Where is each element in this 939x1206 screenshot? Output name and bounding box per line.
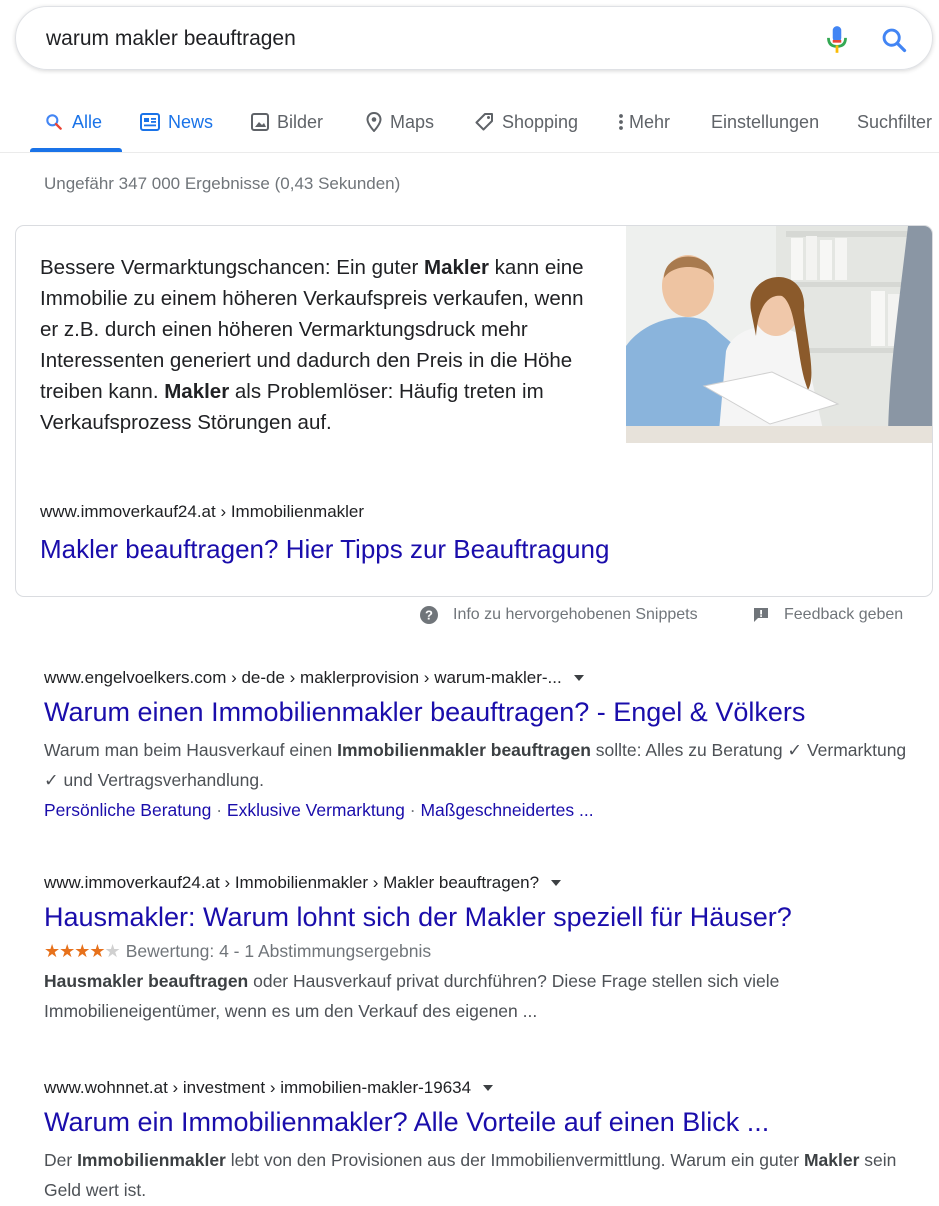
- search-tabs: Alle News Bilder Maps Shopping Mehr Eins…: [0, 96, 939, 153]
- result-snippet: Warum man beim Hausverkauf einen Immobil…: [44, 735, 924, 795]
- snippet-emphasis: Makler: [803, 1150, 860, 1170]
- result-url: www.immoverkauf24.at › Immobilienmakler: [40, 502, 365, 521]
- featured-snippet-text: Bessere Vermarktungschancen: Ein guter M…: [40, 252, 600, 438]
- sitelink[interactable]: Maßgeschneidertes ...: [420, 800, 593, 820]
- tag-icon: [475, 113, 493, 131]
- result-stats: Ungefähr 347 000 Ergebnisse (0,43 Sekund…: [44, 174, 401, 193]
- chevron-down-icon[interactable]: [573, 675, 584, 681]
- snippet-emphasis: Makler: [424, 256, 489, 279]
- chevron-down-icon[interactable]: [483, 1085, 494, 1091]
- featured-snippet: Bessere Vermarktungschancen: Ein guter M…: [15, 225, 933, 597]
- result-url: www.wohnnet.at › investment › immobilien…: [44, 1078, 924, 1098]
- snippet-emphasis: Hausmakler beauftragen: [44, 971, 249, 991]
- feedback-label: Feedback geben: [784, 606, 904, 623]
- snippet-emphasis: Immobilienmakler beauftragen: [337, 740, 591, 760]
- rating: ★★★★★ Bewertung: 4 - 1 Abstimmungsergebn…: [44, 941, 924, 962]
- sitelink[interactable]: Persönliche Beratung: [44, 800, 211, 820]
- tab-mehr[interactable]: Mehr: [617, 109, 670, 135]
- snippet-text: Warum man beim Hausverkauf einen: [44, 740, 338, 760]
- feedback-link[interactable]: Feedback geben: [752, 604, 903, 626]
- feedback-icon: [754, 608, 768, 622]
- news-icon: [140, 113, 160, 131]
- tab-label: Bilder: [277, 111, 324, 132]
- result-title-link[interactable]: Warum ein Immobilienmakler? Alle Vorteil…: [44, 1107, 924, 1138]
- snippet-info-label: Info zu hervorgehobenen Snippets: [453, 606, 698, 623]
- active-tab-indicator: [30, 148, 122, 152]
- tab-label: Mehr: [629, 111, 671, 132]
- search-result: www.immoverkauf24.at › Immobilienmakler …: [44, 873, 924, 1026]
- snippet-text: Bessere Vermarktungschancen: Ein guter: [40, 256, 425, 279]
- tab-label: News: [168, 111, 214, 132]
- result-title-link[interactable]: Hausmakler: Warum lohnt sich der Makler …: [44, 902, 924, 933]
- rating-text: Bewertung: 4 - 1 Abstimmungsergebnis: [125, 941, 432, 961]
- search-icon[interactable]: [880, 26, 908, 54]
- sitelinks: Persönliche Beratung · Exklusive Vermark…: [44, 795, 924, 825]
- result-url-text: www.wohnnet.at › investment › immobilien…: [44, 1078, 472, 1097]
- tab-shopping[interactable]: Shopping: [474, 109, 578, 135]
- snippet-emphasis: Immobilienmakler: [77, 1150, 226, 1170]
- tab-label: Maps: [390, 111, 435, 132]
- snippet-info-link[interactable]: ? Info zu hervorgehobenen Snippets: [419, 604, 698, 626]
- svg-text:?: ?: [425, 608, 433, 623]
- sitelink-separator: ·: [404, 800, 421, 820]
- snippet-text: lebt von den Provisionen aus der Immobil…: [225, 1150, 804, 1170]
- more-vert-icon: [619, 114, 623, 130]
- microphone-icon[interactable]: [824, 24, 850, 56]
- result-url-text: www.engelvoelkers.com › de-de › maklerpr…: [44, 668, 562, 687]
- map-pin-icon: [366, 112, 382, 132]
- tab-label: Shopping: [502, 111, 579, 132]
- search-result: www.engelvoelkers.com › de-de › maklerpr…: [44, 668, 924, 825]
- result-snippet: Der Immobilienmakler lebt von den Provis…: [44, 1145, 924, 1205]
- featured-image[interactable]: [626, 226, 933, 443]
- tab-suchfilter[interactable]: Suchfilter: [857, 109, 932, 135]
- sitelink-separator: ·: [211, 800, 227, 820]
- tab-einstellungen[interactable]: Einstellungen: [711, 109, 819, 135]
- help-circle-icon: ?: [420, 606, 438, 624]
- sitelink[interactable]: Exklusive Vermarktung: [227, 800, 405, 820]
- search-bar: [15, 6, 933, 70]
- tab-maps[interactable]: Maps: [366, 109, 434, 135]
- result-title-link[interactable]: Warum einen Immobilienmakler beauftragen…: [44, 697, 924, 728]
- search-input[interactable]: [44, 19, 768, 59]
- tab-label: Alle: [72, 111, 103, 132]
- snippet-text: Der: [44, 1150, 78, 1170]
- result-url-text: www.immoverkauf24.at › Immobilienmakler …: [44, 873, 540, 892]
- tab-label: Einstellungen: [711, 111, 820, 132]
- result-url: www.engelvoelkers.com › de-de › maklerpr…: [44, 668, 924, 688]
- result-snippet: Hausmakler beauftragen oder Hausverkauf …: [44, 966, 924, 1026]
- image-icon: [251, 113, 269, 131]
- search-result: www.wohnnet.at › investment › immobilien…: [44, 1078, 924, 1205]
- tab-alle[interactable]: Alle: [44, 109, 102, 135]
- chevron-down-icon[interactable]: [551, 880, 562, 886]
- result-url: www.immoverkauf24.at › Immobilienmakler …: [44, 873, 924, 893]
- star-rating-icon: ★★★★★: [44, 941, 121, 961]
- featured-result-title-link[interactable]: Makler beauftragen? Hier Tipps zur Beauf…: [40, 534, 609, 565]
- tab-label: Suchfilter: [857, 111, 933, 132]
- search-icon: [46, 114, 62, 130]
- tab-news[interactable]: News: [140, 109, 213, 135]
- tab-bilder[interactable]: Bilder: [251, 109, 323, 135]
- snippet-emphasis: Makler: [164, 380, 230, 403]
